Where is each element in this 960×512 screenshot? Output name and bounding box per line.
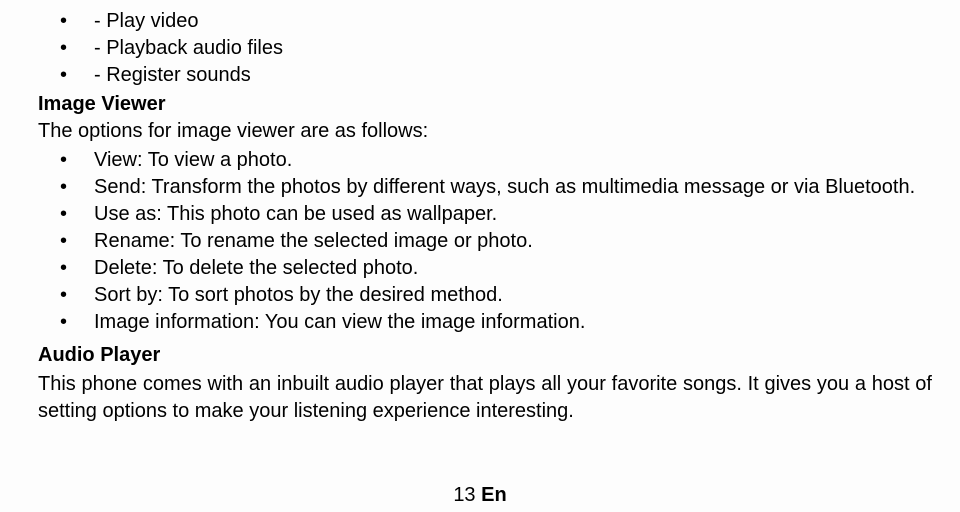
list-item: • Send: Transform the photos by differen…: [60, 174, 932, 201]
audio-player-heading: Audio Player: [38, 342, 932, 369]
list-item-text: - Playback audio files: [94, 35, 932, 62]
bullet: •: [60, 309, 94, 336]
list-item-text: Use as: This photo can be used as wallpa…: [94, 201, 932, 228]
list-item: • Use as: This photo can be used as wall…: [60, 201, 932, 228]
bullet: •: [60, 228, 94, 255]
list-item: • Delete: To delete the selected photo.: [60, 255, 932, 282]
list-item: • Sort by: To sort photos by the desired…: [60, 282, 932, 309]
list-item-text: Sort by: To sort photos by the desired m…: [94, 282, 932, 309]
bullet: •: [60, 282, 94, 309]
list-item: • Image information: You can view the im…: [60, 309, 932, 336]
list-item-text: - Register sounds: [94, 62, 932, 89]
list-item-text: Rename: To rename the selected image or …: [94, 228, 932, 255]
list-item-text: View: To view a photo.: [94, 147, 932, 174]
list-item-text: Image information: You can view the imag…: [94, 309, 932, 336]
bullet: •: [60, 174, 94, 201]
bullet: •: [60, 62, 94, 89]
lang-label: En En: [481, 484, 507, 506]
list-item-text: - Play video: [94, 8, 932, 35]
list-item: • Rename: To rename the selected image o…: [60, 228, 932, 255]
bullet: •: [60, 201, 94, 228]
list-item: • View: To view a photo.: [60, 147, 932, 174]
bullet: •: [60, 8, 94, 35]
audio-player-paragraph: This phone comes with an inbuilt audio p…: [38, 371, 932, 425]
bullet: •: [60, 147, 94, 174]
list-item-text: Send: Transform the photos by different …: [94, 174, 932, 201]
image-viewer-heading: Image Viewer: [38, 91, 932, 118]
page-number: 13: [453, 484, 475, 506]
list-item: • - Playback audio files: [60, 35, 932, 62]
bullet: •: [60, 35, 94, 62]
list-item-text: Delete: To delete the selected photo.: [94, 255, 932, 282]
lang-label-text: En: [481, 484, 507, 506]
list-item: • - Register sounds: [60, 62, 932, 89]
image-viewer-intro: The options for image viewer are as foll…: [38, 118, 932, 145]
bullet: •: [60, 255, 94, 282]
list-item: • - Play video: [60, 8, 932, 35]
page-footer: 13 En En: [0, 482, 960, 509]
